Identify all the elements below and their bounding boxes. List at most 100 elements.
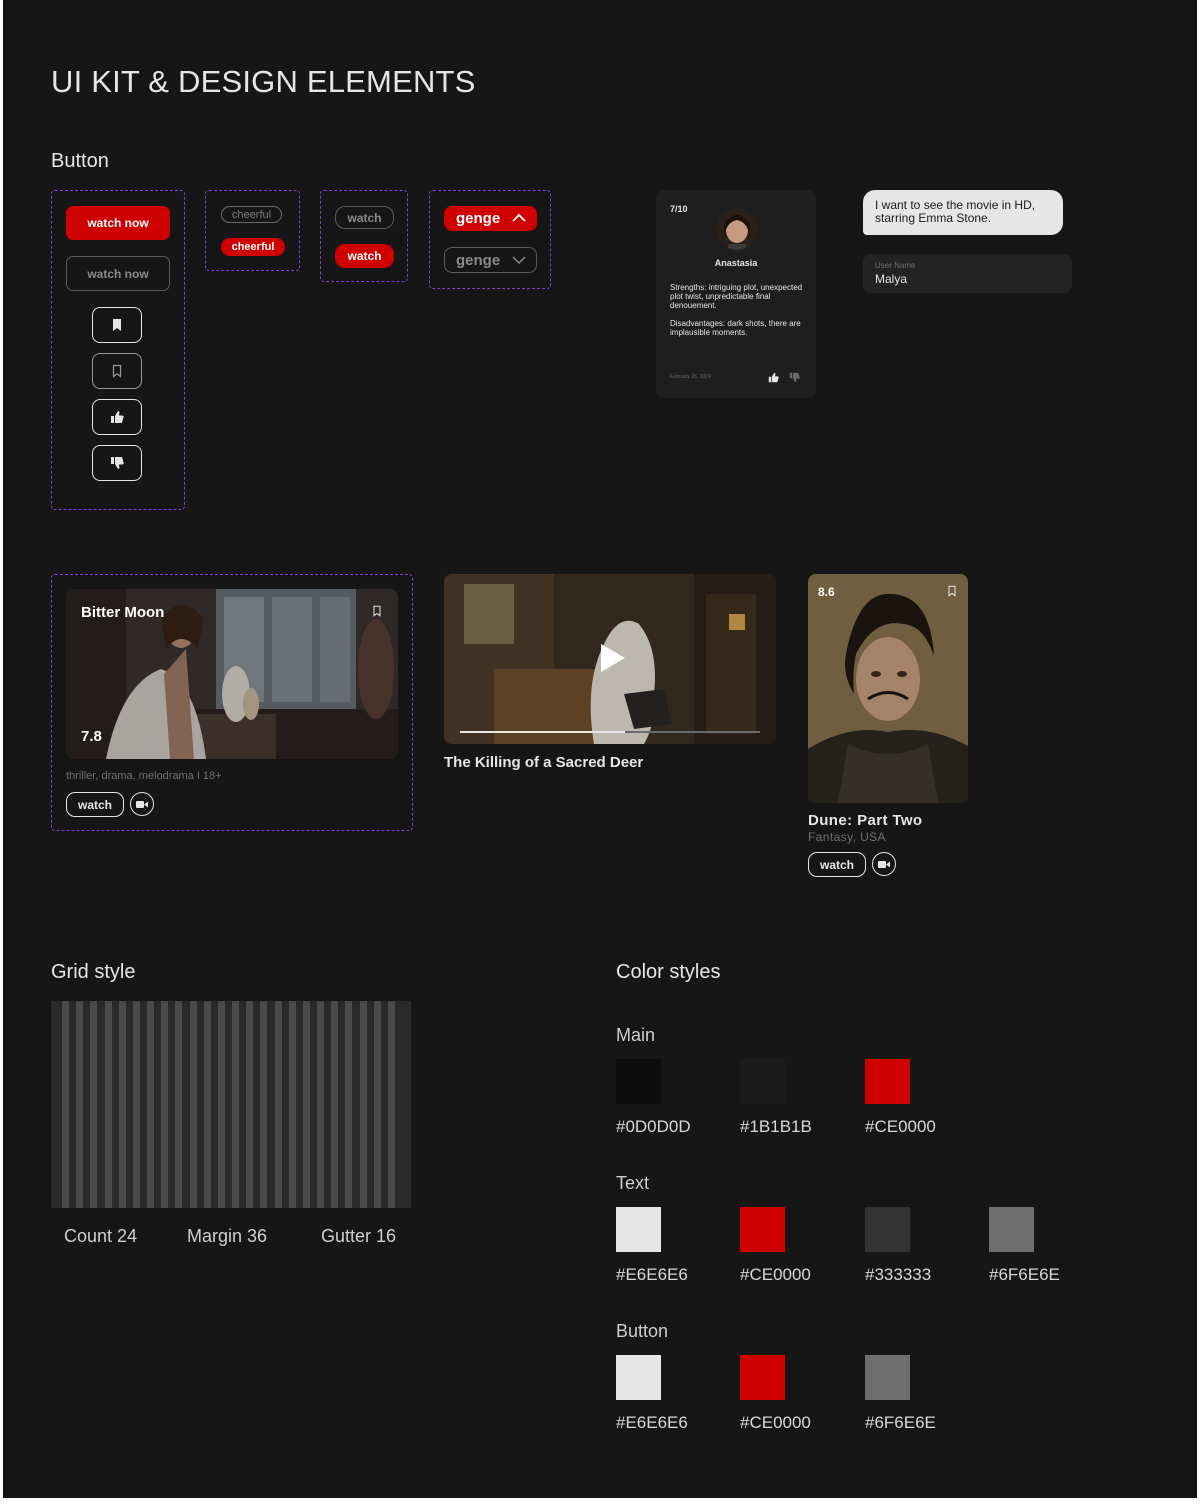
review-card: 7/10 Anastasia Strengths: intriguing plo… [656, 190, 816, 398]
hex-text-3: #6F6E6E [989, 1265, 1060, 1284]
watch-now-outline-button[interactable]: watch now [66, 256, 170, 291]
bookmark-outline-icon [112, 364, 122, 378]
grid-column [387, 1001, 395, 1208]
hex-main-0: #0D0D0D [616, 1117, 691, 1136]
hex-text-2: #333333 [865, 1265, 932, 1284]
review-like-icon[interactable] [768, 372, 779, 383]
like-button[interactable] [92, 399, 142, 435]
grid-column [104, 1001, 112, 1208]
grid-column [359, 1001, 367, 1208]
bookmark-filled-icon [113, 319, 121, 331]
video-progress-track[interactable] [460, 731, 760, 733]
bookmark-icon[interactable] [946, 584, 958, 598]
grid-column [373, 1001, 381, 1208]
grid-column [76, 1001, 84, 1208]
video-player[interactable] [444, 574, 776, 744]
watch-outline-button[interactable]: watch [335, 206, 394, 229]
color-group-text-label: Text [616, 1173, 650, 1193]
hex-text-0: #E6E6E6 [616, 1265, 688, 1284]
section-title-colors: Color styles [616, 961, 721, 983]
dune-trailer-button[interactable] [872, 852, 896, 876]
grid-column [288, 1001, 296, 1208]
genre-dropdown-closed[interactable]: genge [444, 247, 537, 273]
grid-column [62, 1001, 69, 1208]
grid-column [189, 1001, 197, 1208]
grid-gutter-label: Gutter 16 [321, 1226, 397, 1246]
bitter-moon-rating: 7.8 [81, 728, 102, 745]
thumbs-up-icon [111, 411, 124, 423]
bookmark-icon[interactable] [371, 604, 383, 618]
hex-main-1: #1B1B1B [740, 1117, 812, 1136]
video-camera-icon [136, 800, 148, 808]
genre-dropdown-open[interactable]: genge [444, 206, 537, 231]
hex-text-1: #CE0000 [740, 1265, 811, 1284]
grid-column [331, 1001, 339, 1208]
bitter-moon-trailer-button[interactable] [130, 792, 154, 816]
bookmark-filled-button[interactable] [92, 307, 142, 343]
grid-column [302, 1001, 310, 1208]
grid-column [260, 1001, 268, 1208]
grid-column [132, 1001, 140, 1208]
grid-column [274, 1001, 282, 1208]
ui-kit-page: UI KIT & DESIGN ELEMENTS Button watch no… [3, 0, 1197, 1498]
grid-column [246, 1001, 254, 1208]
hex-button-0: #E6E6E6 [616, 1413, 688, 1432]
user-name-field[interactable]: User Name Malya [863, 254, 1072, 293]
chevron-up-icon [512, 213, 526, 222]
cheerful-tag-active[interactable]: cheerful [221, 238, 285, 256]
sacred-deer-title: The Killing of a Sacred Deer [444, 754, 644, 771]
bitter-moon-watch-button[interactable]: watch [66, 792, 124, 817]
swatch-button-0 [616, 1355, 661, 1400]
dislike-button[interactable] [92, 445, 142, 481]
dune-poster[interactable]: 8.6 [808, 574, 968, 803]
grid-column [317, 1001, 324, 1208]
bitter-moon-poster[interactable]: Bitter Moon 7.8 [66, 589, 398, 759]
grid-column [345, 1001, 353, 1208]
dune-image [808, 574, 968, 803]
bitter-moon-title: Bitter Moon [81, 604, 165, 621]
review-score: 7/10 [670, 204, 688, 214]
swatch-text-2 [865, 1207, 910, 1252]
reviewer-name: Anastasia [714, 258, 758, 268]
grid-column [161, 1001, 169, 1208]
button-group-cheerful [205, 190, 300, 271]
grid-column [90, 1001, 98, 1208]
review-dislike-icon[interactable] [789, 372, 800, 383]
chevron-down-icon [512, 256, 526, 265]
button-group-genre [429, 190, 551, 289]
review-date: February 26, 2024 [670, 374, 711, 380]
grid-column [175, 1001, 183, 1208]
thumbs-down-icon [111, 457, 124, 469]
section-title-button: Button [51, 150, 109, 172]
watch-filled-button[interactable]: watch [335, 244, 394, 268]
video-camera-icon [878, 860, 890, 868]
swatch-main-0 [616, 1059, 661, 1104]
hex-main-2: #CE0000 [865, 1117, 936, 1136]
grid-margin-label: Margin 36 [187, 1226, 268, 1246]
color-group-button-label: Button [616, 1321, 669, 1341]
cheerful-tag-outline[interactable]: cheerful [221, 206, 282, 223]
play-icon[interactable] [599, 642, 627, 674]
avatar [716, 208, 758, 250]
grid-preview [51, 1001, 411, 1208]
dune-watch-button[interactable]: watch [808, 852, 866, 877]
bookmark-outline-button[interactable] [92, 353, 142, 389]
section-title-grid: Grid style [51, 961, 136, 983]
swatch-main-1 [740, 1059, 785, 1104]
swatch-text-3 [989, 1207, 1034, 1252]
watch-now-button[interactable]: watch now [66, 206, 170, 240]
genre-open-label: genge [456, 210, 501, 227]
bitter-moon-genres: thriller, drama, melodrama I 18+ [66, 770, 222, 782]
dune-title: Dune: Part Two [808, 812, 923, 829]
swatch-button-2 [865, 1355, 910, 1400]
hex-button-2: #6F6E6E [865, 1413, 936, 1432]
grid-column [217, 1001, 225, 1208]
user-name-label: User Name [875, 261, 916, 270]
chat-bubble: I want to see the movie in HD, starring … [863, 190, 1063, 235]
user-name-value: Malya [875, 272, 908, 286]
swatch-main-2 [865, 1059, 910, 1104]
review-disadvantages: Disadvantages: dark shots, there are imp… [670, 319, 801, 337]
dune-rating: 8.6 [818, 585, 835, 599]
grid-column [118, 1001, 126, 1208]
dune-meta: Fantasy, USA [808, 830, 886, 844]
